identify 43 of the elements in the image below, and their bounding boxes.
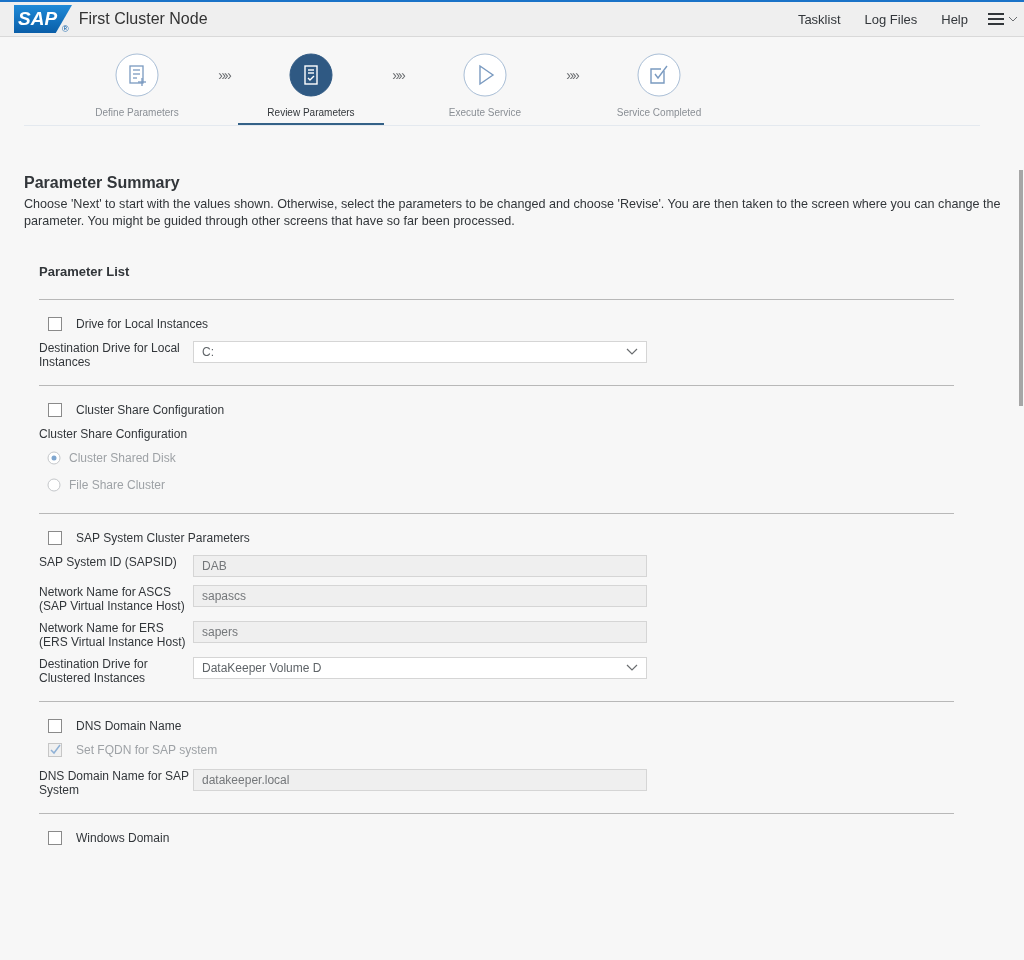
checkbox[interactable]	[48, 317, 62, 331]
header-link[interactable]: Log Files	[864, 11, 918, 27]
menu-icon[interactable]	[988, 13, 1004, 25]
header-link[interactable]: Tasklist	[797, 11, 841, 27]
section-checkbox[interactable]: Windows Domain	[48, 831, 954, 845]
section-heading: Parameter List	[39, 264, 131, 279]
section-checkbox[interactable]: Cluster Share Configuration	[48, 403, 954, 417]
wizard-step[interactable]: Service Completed	[586, 47, 732, 125]
field-label: Destination Drive for Clustered Instances	[39, 657, 149, 685]
checkbox[interactable]	[48, 831, 62, 845]
field-label: Network Name for ERS (ERS Virtual Instance Host)	[39, 621, 187, 649]
step-icon	[289, 53, 333, 97]
scrollbar[interactable]	[1019, 170, 1023, 406]
section-checkbox[interactable]: SAP System Cluster Parameters	[48, 531, 954, 545]
header-link[interactable]: Help	[941, 11, 968, 27]
page-heading: Parameter Summary	[24, 174, 181, 192]
registered-mark: ®	[62, 24, 69, 34]
step-icon	[115, 53, 159, 97]
dropdown-field[interactable]: C:	[193, 341, 647, 363]
field-label: SAP System ID (SAPSID)	[39, 555, 178, 569]
checkbox[interactable]	[48, 531, 62, 545]
wizard-step[interactable]: Execute Service	[412, 47, 558, 125]
field-label: Network Name for ASCS (SAP Virtual Instance Host)	[39, 585, 186, 613]
checkbox[interactable]	[48, 403, 62, 417]
step-icon	[463, 53, 507, 97]
group-label: Cluster Share Configuration	[39, 427, 189, 441]
chevron-down-icon	[626, 664, 638, 672]
dropdown-field[interactable]: DataKeeper Volume D	[193, 657, 647, 679]
field-label: Destination Drive for Local Instances	[39, 341, 181, 369]
wizard-step[interactable]: Define Parameters	[64, 47, 210, 125]
wizard-step[interactable]: Review Parameters	[238, 47, 384, 125]
checkbox[interactable]	[48, 719, 62, 733]
app-title: First Cluster Node	[78, 10, 208, 28]
section-checkbox[interactable]: DNS Domain Name	[48, 719, 954, 733]
caret-icon[interactable]	[1008, 16, 1018, 22]
section-checkbox[interactable]: Drive for Local Instances	[48, 317, 954, 331]
step-separator: »»	[217, 66, 232, 85]
chevron-down-icon	[626, 348, 638, 356]
step-separator: »»	[565, 66, 580, 85]
field-label: DNS Domain Name for SAP System	[39, 769, 190, 797]
step-icon	[637, 53, 681, 97]
step-separator: »»	[391, 66, 406, 85]
description-text: Choose 'Next' to start with the values shown. Otherwise, select the parameters to be changed and choose 'Revise'. You are then taken to the screen where you can change the parameter. You might be guided through other screens that have so far been processed.	[24, 196, 1002, 230]
